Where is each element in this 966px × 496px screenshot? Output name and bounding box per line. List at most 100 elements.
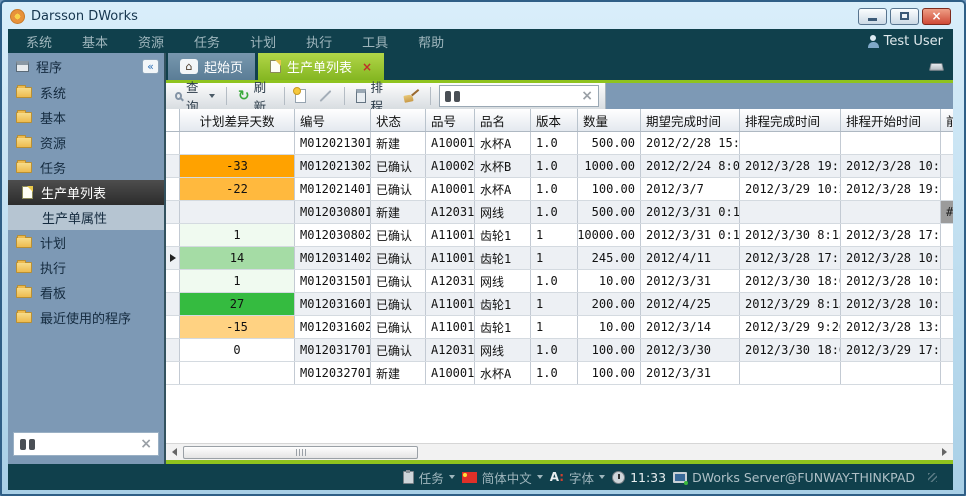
cell-sched_start[interactable]: 2012/3/28 13:40	[841, 316, 941, 338]
table-row[interactable]: -15M012031602已确认A11001齿轮1110.002012/3/14…	[166, 316, 953, 339]
cell-item_no[interactable]: A12031	[426, 201, 475, 223]
table-row[interactable]: 1M012030802已确认A11001齿轮1110000.002012/3/3…	[166, 224, 953, 247]
cell-diff[interactable]: -22	[180, 178, 295, 200]
cell-sched_end[interactable]: 2012/3/29 8:15	[740, 293, 841, 315]
cell-expect[interactable]: 2012/3/31 0:17	[641, 224, 740, 246]
cell-status[interactable]: 新建	[371, 362, 426, 384]
cell-extra[interactable]	[941, 316, 953, 338]
row-selector-cell[interactable]	[166, 270, 180, 292]
cell-sched_end[interactable]: 2012/3/30 18:00	[740, 270, 841, 292]
menu-item-0[interactable]: 系统	[26, 36, 52, 51]
cell-sched_end[interactable]: 2012/3/28 17:13	[740, 247, 841, 269]
cell-sched_start[interactable]: 2012/3/28 10:52	[841, 155, 941, 177]
cell-status[interactable]: 已确认	[371, 178, 426, 200]
cell-extra[interactable]	[941, 339, 953, 361]
cell-sched_end[interactable]: 2012/3/29 10:20	[740, 178, 841, 200]
cell-item_name[interactable]: 齿轮1	[475, 316, 531, 338]
cell-sched_end[interactable]: 2012/3/30 18:00	[740, 339, 841, 361]
sidebar-search-input[interactable]: ×	[13, 432, 159, 456]
new-button[interactable]	[292, 87, 309, 105]
column-header-no[interactable]: 编号	[295, 109, 371, 131]
row-selector-cell[interactable]	[166, 201, 180, 223]
task-dropdown-icon[interactable]	[449, 475, 455, 479]
pin-icon[interactable]	[929, 63, 944, 70]
cell-sched_start[interactable]	[841, 132, 941, 154]
minimize-button[interactable]	[858, 8, 887, 25]
cell-expect[interactable]: 2012/2/24 8:00	[641, 155, 740, 177]
cell-ver[interactable]: 1.0	[531, 339, 578, 361]
row-selector-cell[interactable]	[166, 132, 180, 154]
status-task-menu[interactable]: 任务	[403, 468, 455, 487]
cell-no[interactable]: M012021302	[295, 155, 371, 177]
sidebar-item-6[interactable]: 计划	[8, 230, 164, 255]
cell-diff[interactable]	[180, 362, 295, 384]
cell-diff[interactable]	[180, 201, 295, 223]
cell-item_no[interactable]: A11001	[426, 316, 475, 338]
cell-qty[interactable]: 1000.00	[578, 155, 641, 177]
status-font-menu[interactable]: A: 字体	[550, 468, 605, 487]
table-row[interactable]: 0M012031701已确认A12031网线1.0100.002012/3/30…	[166, 339, 953, 362]
cell-item_name[interactable]: 网线	[475, 270, 531, 292]
cell-ver[interactable]: 1	[531, 293, 578, 315]
cell-diff[interactable]: 27	[180, 293, 295, 315]
cell-expect[interactable]: 2012/3/7	[641, 178, 740, 200]
cell-ver[interactable]: 1.0	[531, 201, 578, 223]
cell-sched_start[interactable]: 2012/3/28 17:13	[841, 224, 941, 246]
cell-expect[interactable]: 2012/3/31	[641, 362, 740, 384]
cell-status[interactable]: 已确认	[371, 293, 426, 315]
cell-ver[interactable]: 1.0	[531, 362, 578, 384]
sidebar-item-4[interactable]: 生产单列表	[8, 180, 164, 205]
cell-status[interactable]: 已确认	[371, 270, 426, 292]
row-selector-cell[interactable]	[166, 155, 180, 177]
cell-item_name[interactable]: 齿轮1	[475, 224, 531, 246]
cell-sched_end[interactable]	[740, 201, 841, 223]
cell-ver[interactable]: 1.0	[531, 132, 578, 154]
cell-expect[interactable]: 2012/4/25	[641, 293, 740, 315]
sidebar-collapse-button[interactable]: «	[142, 59, 159, 74]
tab-close-icon[interactable]: ×	[362, 61, 372, 73]
cell-sched_start[interactable]: 2012/3/28 19:10	[841, 178, 941, 200]
cell-item_no[interactable]: A10001	[426, 178, 475, 200]
cell-status[interactable]: 已确认	[371, 224, 426, 246]
cell-ver[interactable]: 1.0	[531, 155, 578, 177]
cell-item_name[interactable]: 水杯A	[475, 132, 531, 154]
sidebar-search-clear-icon[interactable]: ×	[140, 437, 152, 451]
cell-qty[interactable]: 100.00	[578, 178, 641, 200]
cell-status[interactable]: 新建	[371, 132, 426, 154]
cell-qty[interactable]: 245.00	[578, 247, 641, 269]
table-row[interactable]: 27M012031601已确认A11001齿轮11200.002012/4/25…	[166, 293, 953, 316]
menu-item-6[interactable]: 工具	[362, 36, 388, 51]
cell-sched_start[interactable]: 2012/3/29 17:46	[841, 339, 941, 361]
sidebar-item-2[interactable]: 资源	[8, 130, 164, 155]
column-header-diff[interactable]: 计划差异天数	[180, 109, 295, 131]
row-selector-cell[interactable]	[166, 362, 180, 384]
column-header-item_no[interactable]: 品号	[426, 109, 475, 131]
status-language-menu[interactable]: 简体中文	[462, 468, 543, 487]
cell-extra[interactable]	[941, 247, 953, 269]
cell-diff[interactable]: -15	[180, 316, 295, 338]
sidebar-item-7[interactable]: 执行	[8, 255, 164, 280]
cell-sched_end[interactable]: 2012/3/29 9:20	[740, 316, 841, 338]
cell-item_name[interactable]: 网线	[475, 201, 531, 223]
sidebar-item-9[interactable]: 最近使用的程序	[8, 305, 164, 330]
scrollbar-thumb[interactable]	[183, 446, 418, 459]
cell-ver[interactable]: 1.0	[531, 178, 578, 200]
table-row[interactable]: M012032701新建A10001水杯A1.0100.002012/3/31	[166, 362, 953, 385]
cell-no[interactable]: M012021301	[295, 132, 371, 154]
cell-qty[interactable]: 500.00	[578, 201, 641, 223]
cell-diff[interactable]: 1	[180, 270, 295, 292]
cell-sched_start[interactable]: 2012/3/28 10:52	[841, 270, 941, 292]
cell-expect[interactable]: 2012/3/31	[641, 270, 740, 292]
cell-expect[interactable]: 2012/2/28 15:00	[641, 132, 740, 154]
cell-item_no[interactable]: A12031	[426, 339, 475, 361]
cell-ver[interactable]: 1	[531, 247, 578, 269]
cell-extra[interactable]	[941, 178, 953, 200]
scroll-right-arrow[interactable]	[936, 444, 953, 460]
cell-extra[interactable]: #	[941, 201, 953, 223]
cell-diff[interactable]: -33	[180, 155, 295, 177]
cell-no[interactable]: M012031501	[295, 270, 371, 292]
sidebar-item-5[interactable]: 生产单属性	[8, 205, 164, 230]
row-selector-cell[interactable]	[166, 293, 180, 315]
cell-no[interactable]: M012030802	[295, 224, 371, 246]
table-row[interactable]: 14M012031402已确认A11001齿轮11245.002012/4/11…	[166, 247, 953, 270]
